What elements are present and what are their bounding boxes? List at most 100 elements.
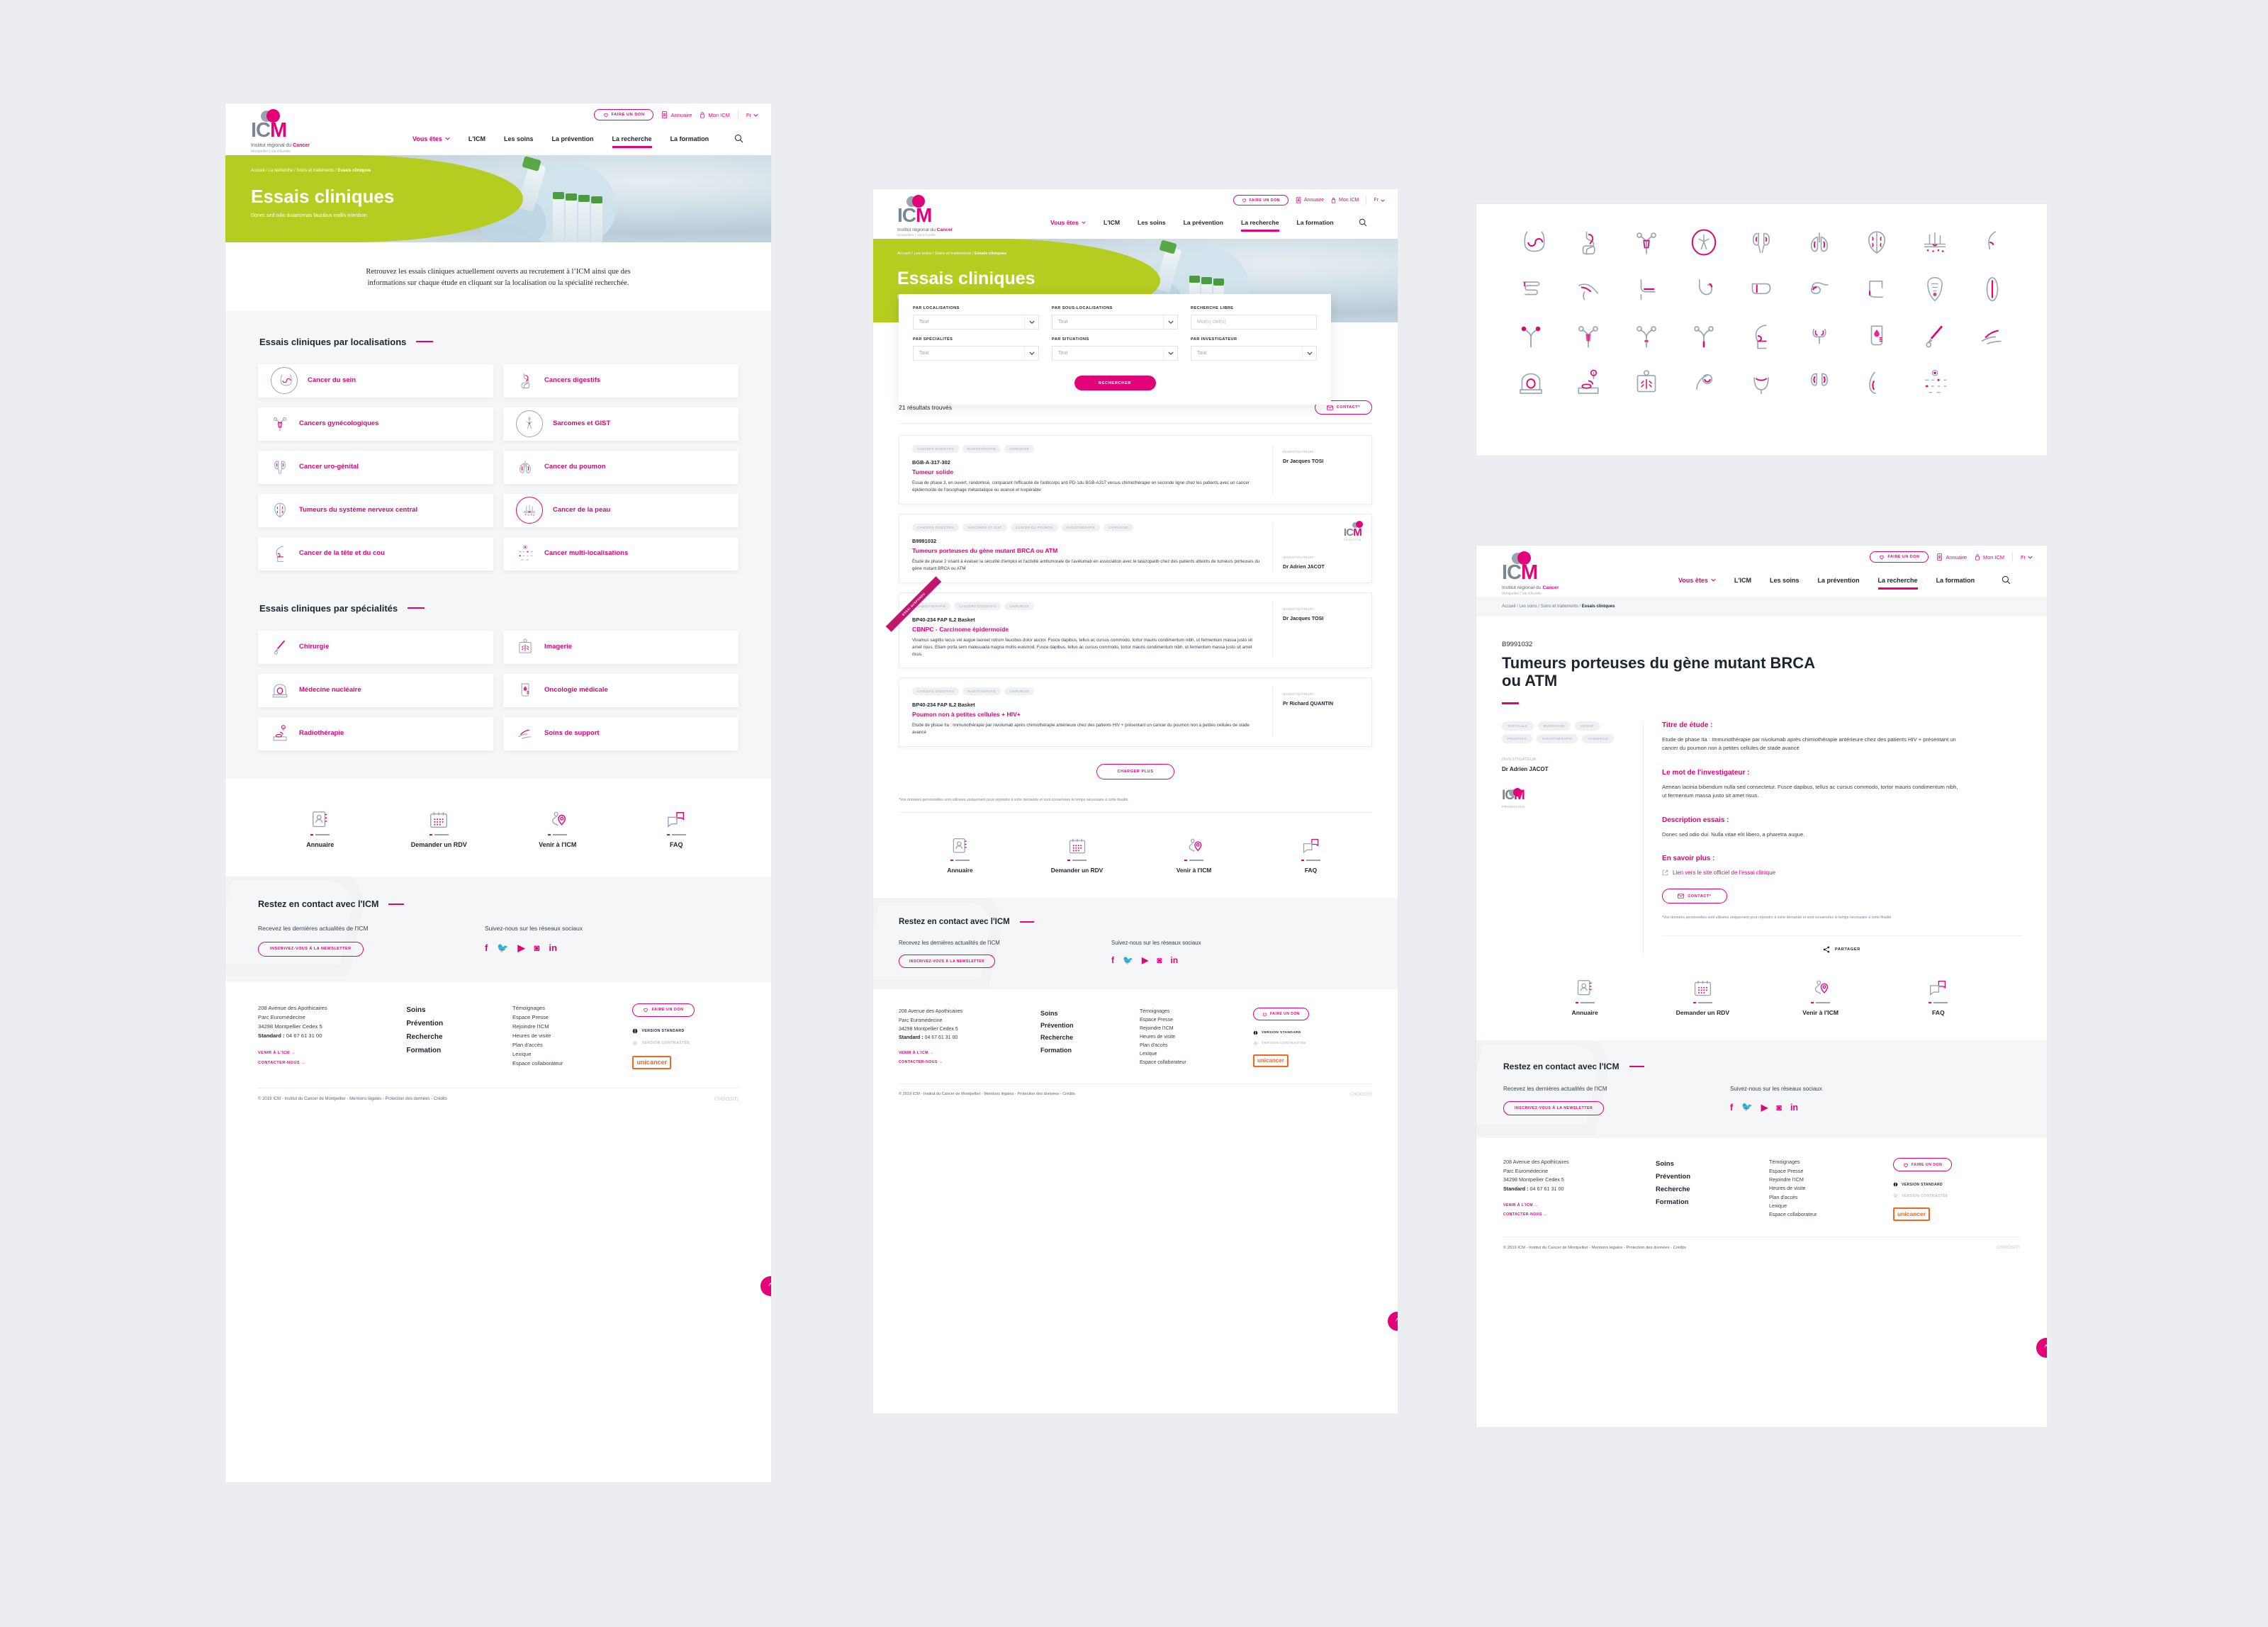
back-to-top-p3[interactable]: ^: [2036, 1338, 2047, 1358]
category-card[interactable]: Radiothérapie: [258, 716, 493, 750]
footer-donate-p2[interactable]: FAIRE UN DON: [1253, 1008, 1309, 1021]
footer-venir-link-p3[interactable]: VENIR À L'ICM →: [1503, 1203, 1656, 1207]
quicklink-faq[interactable]: FAQ: [1252, 837, 1369, 874]
nav-licm-p3[interactable]: L'ICM: [1734, 577, 1751, 584]
tag[interactable]: CHIRURGIE: [1004, 445, 1035, 453]
nav-licm-p2[interactable]: L'ICM: [1104, 219, 1120, 226]
icon-cell[interactable]: [1906, 368, 1963, 397]
facebook-icon[interactable]: f: [485, 942, 488, 953]
donate-button-p2[interactable]: FAIRE UN DON: [1233, 195, 1289, 206]
icon-cell[interactable]: [1617, 228, 1675, 257]
youtube-icon[interactable]: ▶: [1142, 955, 1148, 965]
tag[interactable]: CHIRURGIE: [1104, 523, 1133, 531]
icm-logo[interactable]: ICM Institut régional du Cancer Montpell…: [251, 109, 310, 154]
nav-la-formation-p3[interactable]: La formation: [1936, 577, 1975, 584]
version-contrast-p3[interactable]: VERSION CONTRASTÉE: [1893, 1193, 1999, 1198]
nav-vous-etes[interactable]: Vous êtes: [412, 135, 450, 142]
language-switcher[interactable]: Fr: [746, 112, 758, 118]
result-card[interactable]: CANCERS DIGESTIFS SARCOMES ET GIST CANCER …: [899, 513, 1372, 583]
instagram-icon[interactable]: ◙: [1776, 1103, 1782, 1113]
back-to-top-p2[interactable]: ^: [1388, 1312, 1398, 1331]
mon-icm-link-p2[interactable]: Mon ICM: [1331, 197, 1359, 203]
detail-tag[interactable]: RADIOTHÉRAPIE: [1537, 733, 1578, 743]
tag[interactable]: CANCERS DIGESTIFS: [912, 523, 959, 531]
tag[interactable]: RADIOTHÉRAPIE: [962, 687, 1001, 696]
icon-cell[interactable]: [1964, 322, 2021, 350]
donate-button[interactable]: FAIRE UN DON: [593, 109, 654, 120]
annuaire-link-p3[interactable]: Annuaire: [1936, 553, 1967, 561]
icon-cell[interactable]: [1733, 228, 1790, 257]
version-standard-p2[interactable]: VERSION STANDARD: [1253, 1030, 1352, 1035]
category-card[interactable]: Cancers digestifs: [503, 364, 739, 398]
search-icon[interactable]: [2002, 575, 2011, 585]
nav-la-prevention-p3[interactable]: La prévention: [1818, 577, 1860, 584]
youtube-icon[interactable]: ▶: [518, 942, 525, 954]
nav-la-formation-p2[interactable]: La formation: [1297, 219, 1334, 226]
result-card[interactable]: CANCERS DIGESTIFS RADIOTHÉRAPIE CHIRURGIE …: [899, 677, 1372, 748]
load-more-button[interactable]: CHARGER PLUS: [1096, 764, 1174, 780]
tag[interactable]: CANCERS DIGESTIFS: [912, 687, 959, 696]
language-switcher-p2[interactable]: Fr: [1374, 198, 1385, 203]
share-button[interactable]: PARTAGER: [1662, 946, 2021, 953]
tag[interactable]: CANCERS DIGESTIFS: [912, 445, 959, 453]
icon-cell[interactable]: [1502, 228, 1559, 257]
icon-cell[interactable]: [1559, 275, 1617, 303]
category-card[interactable]: Cancers gynécologiques: [258, 407, 493, 441]
version-contrast-p1[interactable]: VERSION CONTRASTÉE: [632, 1040, 739, 1046]
icon-cell[interactable]: [1848, 228, 1906, 257]
icon-cell[interactable]: [1906, 275, 1963, 303]
quicklink-demander-un-rdv[interactable]: Demander un RDV: [380, 810, 499, 848]
tag[interactable]: CHIRURGIE: [1004, 687, 1035, 696]
footer-venir-link-p1[interactable]: VENIR À L'ICM →: [258, 1051, 406, 1055]
twitter-icon[interactable]: 🐦: [1741, 1102, 1753, 1113]
result-title[interactable]: Poumon non à petites cellules + HIV+: [912, 711, 1261, 718]
mon-icm-link-p3[interactable]: Mon ICM: [1975, 553, 2004, 561]
icon-cell[interactable]: [1848, 275, 1906, 303]
category-card[interactable]: Oncologie médicale: [503, 673, 739, 707]
icon-cell[interactable]: [1675, 228, 1732, 257]
search-icon[interactable]: [734, 134, 743, 143]
category-card[interactable]: Tumeurs du système nerveux central: [258, 493, 493, 527]
icm-logo-p3[interactable]: ICM Institut régional du Cancer Montpell…: [1502, 551, 1559, 596]
icon-cell[interactable]: [1617, 275, 1675, 303]
category-card[interactable]: Cancer de la tête et du cou: [258, 536, 493, 570]
select-par-localisations[interactable]: Tout: [913, 315, 1039, 330]
icon-cell[interactable]: [1906, 322, 1963, 350]
nav-la-recherche-p2[interactable]: La recherche: [1241, 219, 1279, 232]
category-card[interactable]: Cancer de la peau: [503, 493, 739, 527]
icon-cell[interactable]: [1964, 368, 2021, 397]
icon-cell[interactable]: [1790, 275, 1848, 303]
category-card[interactable]: Soins de support: [503, 716, 739, 750]
newsletter-button-p1[interactable]: INSCRIVEZ-VOUS À LA NEWSLETTER: [258, 941, 364, 957]
icon-cell[interactable]: [1502, 368, 1559, 397]
footer-contact-link-p1[interactable]: CONTACTER-NOUS →: [258, 1061, 406, 1065]
nav-la-prevention-p2[interactable]: La prévention: [1184, 219, 1223, 226]
nav-les-soins-p3[interactable]: Les soins: [1770, 577, 1800, 584]
icon-cell[interactable]: [1906, 228, 1963, 257]
unicancer-logo-p1[interactable]: unicancer: [632, 1055, 671, 1069]
quicklink-venir-l-icm[interactable]: Venir à l'ICM: [498, 810, 617, 848]
icon-cell[interactable]: [1964, 275, 2021, 303]
icon-cell[interactable]: [1617, 368, 1675, 397]
linkedin-icon[interactable]: in: [1170, 955, 1178, 965]
icon-cell[interactable]: [1733, 275, 1790, 303]
detail-tag[interactable]: PROSTATE: [1502, 733, 1533, 743]
quicklink-venir-l-icm[interactable]: Venir à l'ICM: [1762, 979, 1880, 1016]
select-par-investigateur[interactable]: Tout: [1191, 346, 1317, 361]
nav-les-soins-p2[interactable]: Les soins: [1138, 219, 1166, 226]
nav-la-recherche[interactable]: La recherche: [612, 135, 652, 148]
tag[interactable]: SARCOMES ET GIST: [962, 523, 1007, 531]
footer-donate-p1[interactable]: FAIRE UN DON: [632, 1003, 695, 1017]
unicancer-logo-p2[interactable]: unicancer: [1253, 1054, 1289, 1068]
newsletter-button-p2[interactable]: INSCRIVEZ-VOUS À LA NEWSLETTER: [899, 955, 996, 969]
nav-les-soins[interactable]: Les soins: [504, 135, 534, 142]
linkedin-icon[interactable]: in: [1790, 1103, 1798, 1113]
quicklink-annuaire[interactable]: Annuaire: [261, 810, 380, 848]
category-card[interactable]: Médecine nucléaire: [258, 673, 493, 707]
category-card[interactable]: Sarcomes et GIST: [503, 407, 739, 441]
icon-cell[interactable]: [1790, 322, 1848, 350]
detail-tag[interactable]: ŒSOPHAGE: [1537, 721, 1571, 731]
icm-logo-p2[interactable]: ICM Institut régional du Cancer Montpell…: [897, 195, 953, 237]
twitter-icon[interactable]: 🐦: [497, 942, 508, 954]
nav-la-recherche-p3[interactable]: La recherche: [1877, 577, 1918, 590]
